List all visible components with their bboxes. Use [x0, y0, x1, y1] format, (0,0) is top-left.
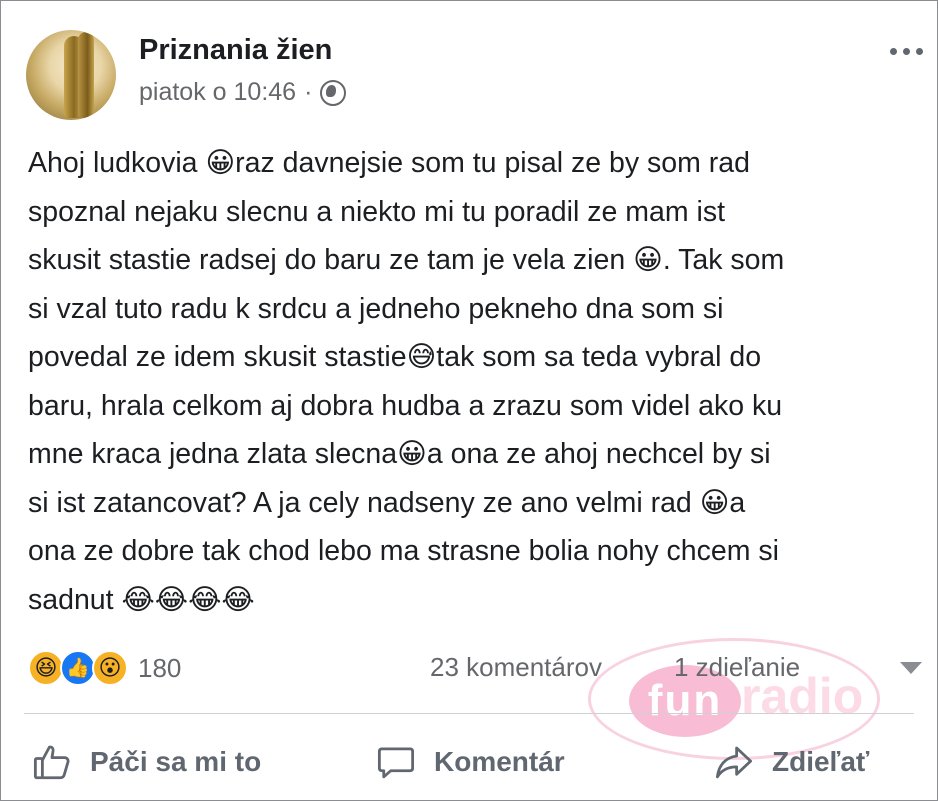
meta-separator: ·: [304, 78, 313, 106]
divider: [24, 713, 914, 714]
page-name[interactable]: Priznania žien: [139, 34, 332, 67]
shares-count[interactable]: 1 zdieľanie: [674, 652, 800, 683]
share-button[interactable]: Zdieľať: [712, 740, 869, 784]
post-line: si vzal tuto radu k srdcu a jedneho pekn…: [28, 292, 724, 325]
post-line: Ahoj ludkovia 😀raz davnejsie som tu pisa…: [28, 147, 750, 179]
post-meta: piatok o 10:46 ·: [139, 78, 347, 107]
share-icon: [712, 740, 756, 784]
reactions-count: 180: [138, 652, 182, 683]
caret-down-icon[interactable]: [900, 662, 922, 674]
page-avatar[interactable]: [26, 30, 116, 120]
post-text: Ahoj ludkovia 😀raz davnejsie som tu pisa…: [28, 139, 928, 624]
like-label: Páči sa mi to: [90, 746, 262, 777]
reactions-summary[interactable]: 😆 👍 😮 180: [28, 650, 181, 686]
wow-reaction-icon: 😮: [92, 650, 128, 686]
comment-icon: [374, 740, 418, 784]
more-options-icon[interactable]: [890, 48, 923, 55]
comments-count[interactable]: 23 komentárov: [430, 652, 602, 683]
haha-reaction-icon: 😆: [28, 650, 64, 686]
post-line: spoznal nejaku slecnu a niekto mi tu por…: [28, 195, 726, 228]
like-button[interactable]: Páči sa mi to: [30, 740, 261, 784]
post-line: baru, hrala celkom aj dobra hudba a zraz…: [28, 389, 783, 422]
post-line: skusit stastie radsej do baru ze tam je …: [28, 244, 785, 276]
post-line: mne kraca jedna zlata slecna😀a ona ze ah…: [28, 438, 771, 470]
like-reaction-icon: 👍: [60, 650, 96, 686]
share-label: Zdieľať: [772, 746, 870, 777]
post-line: sadnut 😂😂😂😂: [28, 583, 255, 616]
avatar-figure-2: [78, 32, 94, 118]
post-line: povedal ze idem skusit stastie😅tak som s…: [28, 341, 762, 373]
post-timestamp[interactable]: piatok o 10:46: [139, 78, 296, 107]
comment-button[interactable]: Komentár: [374, 740, 565, 784]
comment-label: Komentár: [434, 746, 565, 777]
thumbs-up-icon: [30, 740, 74, 784]
globe-icon: [320, 79, 347, 106]
post-line: ona ze dobre tak chod lebo ma strasne bo…: [28, 535, 779, 567]
post-line: si ist zatancovat? A ja cely nadseny ze …: [28, 486, 746, 519]
